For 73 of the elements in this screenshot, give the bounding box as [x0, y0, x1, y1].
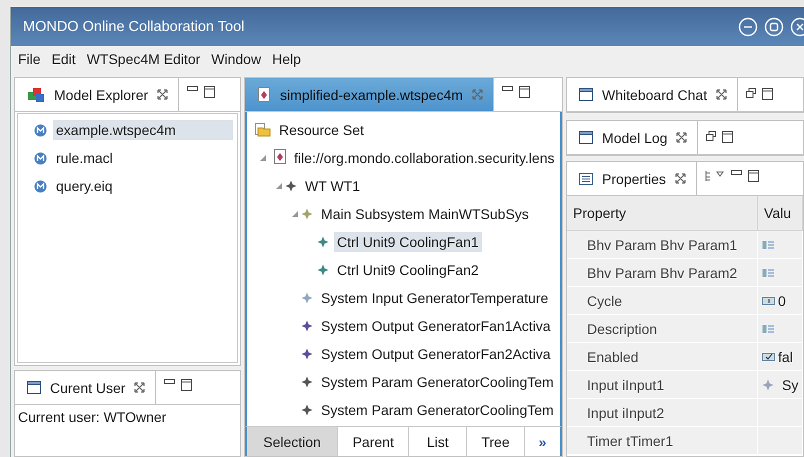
property-name: Input iInput2 [587, 404, 664, 420]
view-tab[interactable]: Whiteboard Chat [567, 78, 738, 111]
model-entry[interactable]: rule.macl [53, 148, 116, 168]
document-icon [257, 87, 272, 102]
tree-item[interactable]: WT WT1 [302, 176, 364, 196]
model-entry[interactable]: example.wtspec4m [53, 120, 234, 140]
list-icon [579, 172, 594, 184]
property-name: Bhv Param Bhv Param1 [587, 236, 738, 252]
property-name: Description [587, 320, 658, 336]
maximize-icon[interactable] [181, 379, 192, 391]
window-icon [579, 88, 594, 101]
view-tab[interactable]: simplified-example.wtspec4m [245, 78, 494, 111]
tree-item[interactable]: Ctrl Unit9 CoolingFan2 [334, 260, 482, 280]
page-tab[interactable]: Tree [467, 427, 525, 456]
page-tab[interactable]: List [409, 427, 468, 456]
tree-item[interactable]: System Input GeneratorTemperature [318, 288, 552, 308]
user-text: Current user: WTOwner [17, 408, 168, 427]
restore-icon[interactable] [706, 131, 716, 141]
model-entry[interactable]: query.eiq [53, 176, 116, 196]
window-icon [27, 381, 41, 394]
window-title: MONDO Online Collaboration Tool [23, 18, 246, 34]
minimize-icon[interactable] [164, 379, 176, 385]
menu-item[interactable]: Window [211, 51, 262, 67]
property-name: Cycle [587, 292, 622, 308]
expanded-icon[interactable] [276, 183, 282, 189]
expanded-icon[interactable] [292, 211, 298, 217]
minimize-icon[interactable] [502, 86, 513, 92]
property-name: Enabled [587, 348, 638, 364]
folder-icon [255, 123, 272, 137]
column-header: Valu [758, 196, 802, 230]
tree-item[interactable]: System Output GeneratorFan2Activa [318, 344, 554, 364]
value-text: Sy [782, 376, 798, 392]
model-file-icon [34, 152, 47, 164]
view-tab[interactable]: Properties [567, 162, 697, 195]
tree-item[interactable]: Ctrl Unit9 CoolingFan1 [334, 232, 482, 252]
maximize-icon[interactable] [518, 86, 530, 98]
view-tab[interactable]: Model Log [567, 121, 698, 154]
menu-item[interactable]: File [18, 51, 41, 67]
tree-item[interactable]: System Param GeneratorCoolingTem [318, 372, 557, 392]
property-name: Timer tTimer1 [587, 432, 674, 448]
window-icon [579, 131, 594, 144]
tree-item[interactable]: System Output GeneratorFan1Activa [318, 316, 554, 336]
maximize-icon[interactable] [748, 170, 759, 182]
column-header: Property [567, 196, 758, 230]
model-file-icon [34, 180, 47, 192]
tree-item[interactable]: Resource Set [276, 120, 367, 140]
tree-item[interactable]: file://org.mondo.collaboration.security.lens [291, 148, 558, 168]
menu-item[interactable]: WTSpec4M Editor [86, 51, 200, 67]
restore-icon[interactable] [746, 88, 756, 98]
menu-item[interactable]: Help [272, 51, 301, 67]
page-tab[interactable]: Parent [338, 427, 410, 456]
minimize-icon[interactable] [187, 86, 198, 92]
more-tabs-button[interactable]: » [524, 427, 560, 456]
property-name: Input iInput1 [587, 376, 664, 392]
maximize-icon[interactable] [722, 131, 734, 143]
value-text: 0 [778, 292, 786, 308]
tree-item[interactable]: Main Subsystem MainWTSubSys [318, 204, 532, 224]
view-tab[interactable]: Curent User [15, 371, 156, 404]
maximize-icon[interactable] [762, 88, 774, 100]
maximize-icon[interactable] [204, 86, 216, 98]
model-file-icon [34, 124, 47, 136]
tree-menu-icon[interactable] [704, 170, 725, 182]
page-tab[interactable]: Selection [247, 427, 338, 456]
property-name: Bhv Param Bhv Param2 [587, 264, 738, 280]
value-icon [762, 378, 774, 390]
tree-item[interactable]: System Param GeneratorCoolingTem [318, 400, 557, 420]
document-icon [273, 149, 288, 164]
expanded-icon[interactable] [260, 155, 266, 161]
view-tab[interactable]: Model Explorer [15, 78, 180, 111]
value-text: fal [778, 348, 793, 364]
cubes-icon [27, 86, 45, 102]
minimize-icon[interactable] [730, 170, 742, 176]
menu-item[interactable]: Edit [52, 51, 76, 67]
